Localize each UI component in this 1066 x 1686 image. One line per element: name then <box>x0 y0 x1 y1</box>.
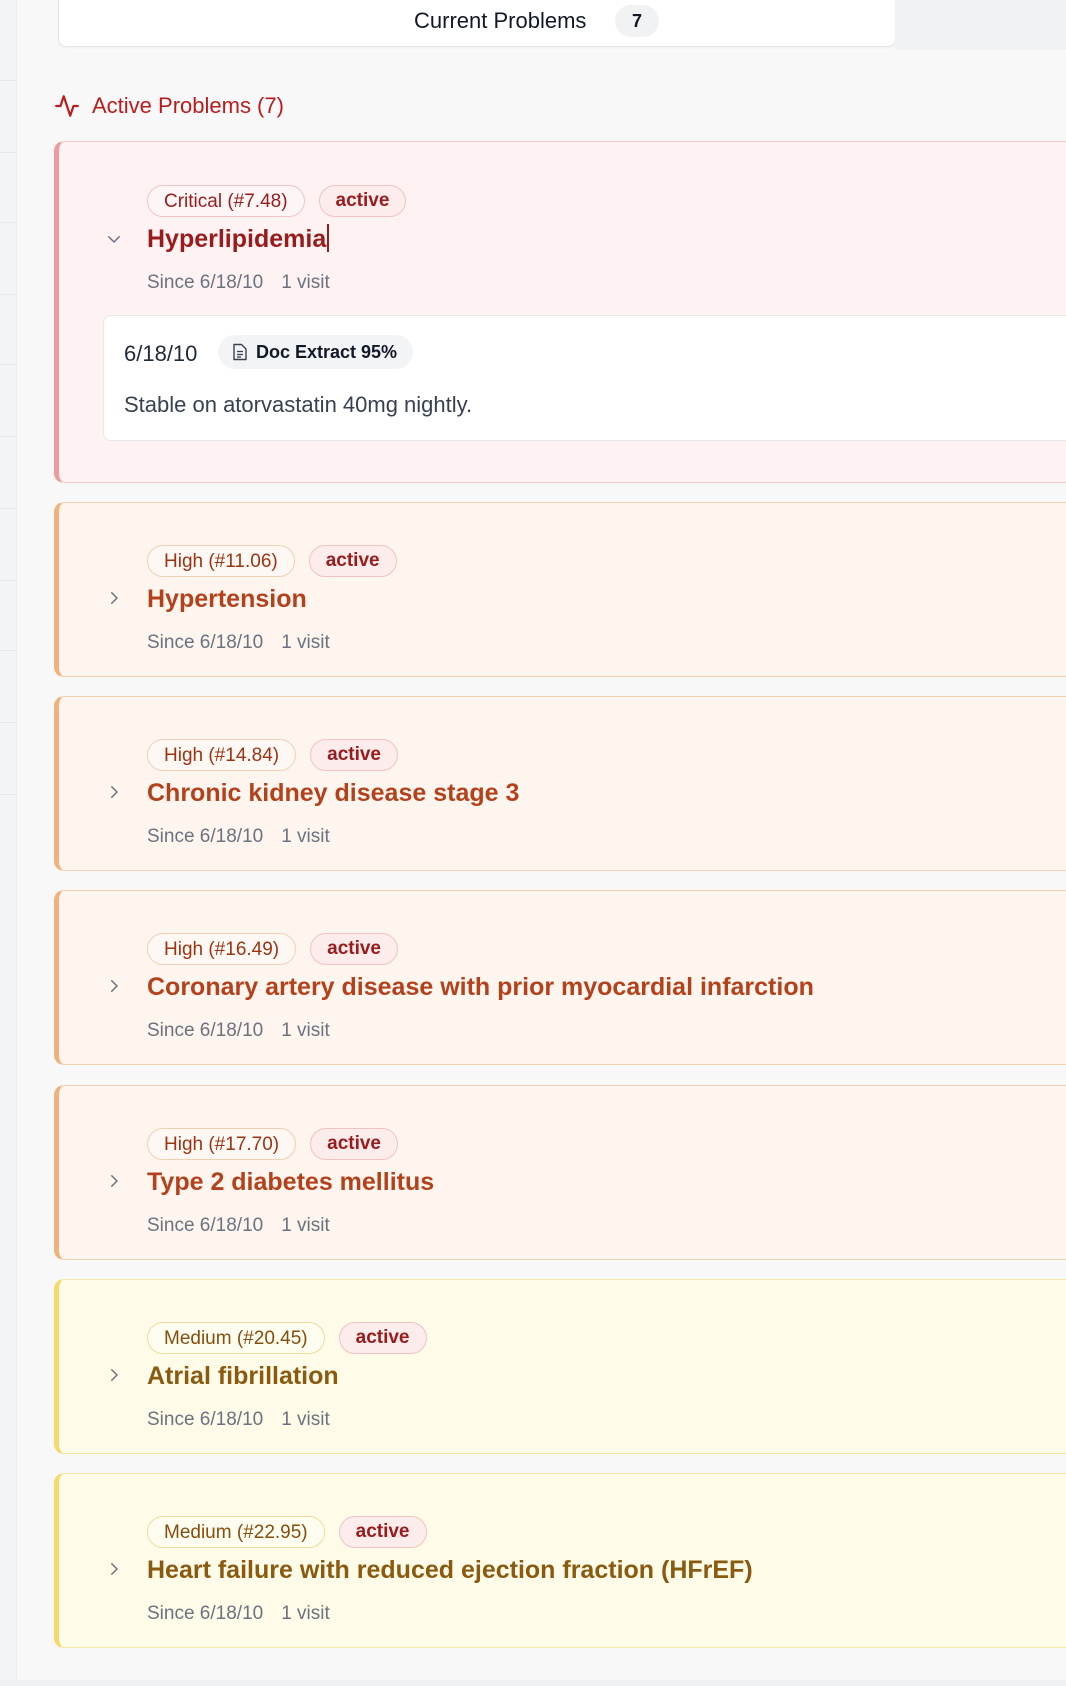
problem-card[interactable]: Medium (#22.95) active Heart failure wit… <box>54 1473 1066 1648</box>
rail-divider <box>0 364 16 365</box>
visit-count: 1 visit <box>281 1603 330 1624</box>
problem-title[interactable]: Type 2 diabetes mellitus <box>147 1168 434 1197</box>
problem-title: Hyperlipidemia <box>147 225 327 253</box>
problem-meta: Since 6/18/10 1 visit <box>147 1215 330 1237</box>
chevron-right-icon[interactable] <box>105 1560 123 1578</box>
status-badge: active <box>310 739 398 771</box>
rail-divider <box>0 722 16 723</box>
visit-count: 1 visit <box>281 1409 330 1430</box>
rail-divider <box>0 294 16 295</box>
severity-badge: Critical (#7.48) <box>147 185 305 217</box>
rail-divider <box>0 580 16 581</box>
since-date: Since 6/18/10 <box>147 1409 264 1430</box>
entry-date: 6/18/10 <box>124 341 198 366</box>
visit-count: 1 visit <box>281 1020 330 1041</box>
problem-title[interactable]: Heart failure with reduced ejection frac… <box>147 1556 753 1585</box>
problem-meta: Since 6/18/10 1 visit <box>147 272 330 294</box>
status-badge: active <box>338 1322 427 1354</box>
chevron-right-icon[interactable] <box>105 1366 123 1384</box>
since-date: Since 6/18/10 <box>147 1603 264 1624</box>
chevron-down-icon[interactable] <box>105 230 123 248</box>
current-problems-tab[interactable]: Current Problems 7 <box>58 0 896 47</box>
problem-title[interactable]: Coronary artery disease with prior myoca… <box>147 973 814 1002</box>
problem-meta: Since 6/18/10 1 visit <box>147 1603 330 1625</box>
chevron-right-icon[interactable] <box>105 589 123 607</box>
chevron-right-icon[interactable] <box>105 1172 123 1190</box>
chevron-right-icon[interactable] <box>105 783 123 801</box>
document-icon <box>233 343 247 361</box>
problem-title[interactable]: Atrial fibrillation <box>147 1362 339 1391</box>
severity-badge: High (#16.49) <box>147 933 297 965</box>
activity-icon <box>55 95 79 117</box>
page-bottom-edge <box>0 1680 1066 1686</box>
severity-badge: High (#14.84) <box>147 739 297 771</box>
since-date: Since 6/18/10 <box>147 1215 264 1236</box>
left-rail <box>0 0 17 1686</box>
problem-meta: Since 6/18/10 1 visit <box>147 632 330 654</box>
severity-badge: Medium (#22.95) <box>147 1516 325 1548</box>
problem-entry: 6/18/10 Doc Extract 95% Stable on atorva… <box>103 315 1066 441</box>
problem-count-badge: 7 <box>615 5 659 37</box>
status-badge: active <box>338 1516 427 1548</box>
visit-count: 1 visit <box>281 826 330 847</box>
severity-badge: High (#11.06) <box>147 545 295 577</box>
source-badge: Doc Extract 95% <box>218 335 414 369</box>
rail-divider <box>0 650 16 651</box>
active-problems-header: Active Problems (7) <box>54 92 284 120</box>
problem-title[interactable]: Hypertension <box>147 585 307 614</box>
rail-divider <box>0 794 16 795</box>
since-date: Since 6/18/10 <box>147 1020 264 1041</box>
status-badge: active <box>310 1128 398 1160</box>
problem-card[interactable]: High (#11.06) active Hypertension Since … <box>54 502 1066 677</box>
visit-count: 1 visit <box>281 272 330 293</box>
tab-strip-background <box>895 0 1066 50</box>
rail-divider <box>0 508 16 509</box>
text-cursor <box>327 224 330 252</box>
rail-divider <box>0 436 16 437</box>
rail-divider <box>0 222 16 223</box>
status-badge: active <box>308 545 397 577</box>
problem-title[interactable]: Chronic kidney disease stage 3 <box>147 779 519 808</box>
rail-divider <box>0 152 16 153</box>
visit-count: 1 visit <box>281 632 330 653</box>
since-date: Since 6/18/10 <box>147 826 264 847</box>
source-label: Doc Extract 95% <box>256 341 398 362</box>
since-date: Since 6/18/10 <box>147 272 264 293</box>
current-problems-title: Current Problems <box>414 8 587 33</box>
chevron-right-icon[interactable] <box>105 977 123 995</box>
visit-count: 1 visit <box>281 1215 330 1236</box>
rail-divider <box>0 80 16 81</box>
problem-meta: Since 6/18/10 1 visit <box>147 1020 330 1042</box>
problem-title-row[interactable]: Hyperlipidemia <box>147 224 330 254</box>
status-badge: active <box>318 185 407 217</box>
problem-card[interactable]: High (#14.84) active Chronic kidney dise… <box>54 696 1066 871</box>
severity-badge: High (#17.70) <box>147 1128 297 1160</box>
problem-meta: Since 6/18/10 1 visit <box>147 1409 330 1431</box>
entry-note: Stable on atorvastatin 40mg nightly. <box>124 392 473 417</box>
severity-badge: Medium (#20.45) <box>147 1322 325 1354</box>
problem-card[interactable]: Medium (#20.45) active Atrial fibrillati… <box>54 1279 1066 1454</box>
since-date: Since 6/18/10 <box>147 632 264 653</box>
active-problems-title: Active Problems (7) <box>92 93 284 118</box>
problem-card[interactable]: Critical (#7.48) active Hyperlipidemia S… <box>54 141 1066 483</box>
problem-card[interactable]: High (#17.70) active Type 2 diabetes mel… <box>54 1085 1066 1260</box>
problem-card[interactable]: High (#16.49) active Coronary artery dis… <box>54 890 1066 1065</box>
status-badge: active <box>310 933 398 965</box>
problem-meta: Since 6/18/10 1 visit <box>147 826 330 848</box>
